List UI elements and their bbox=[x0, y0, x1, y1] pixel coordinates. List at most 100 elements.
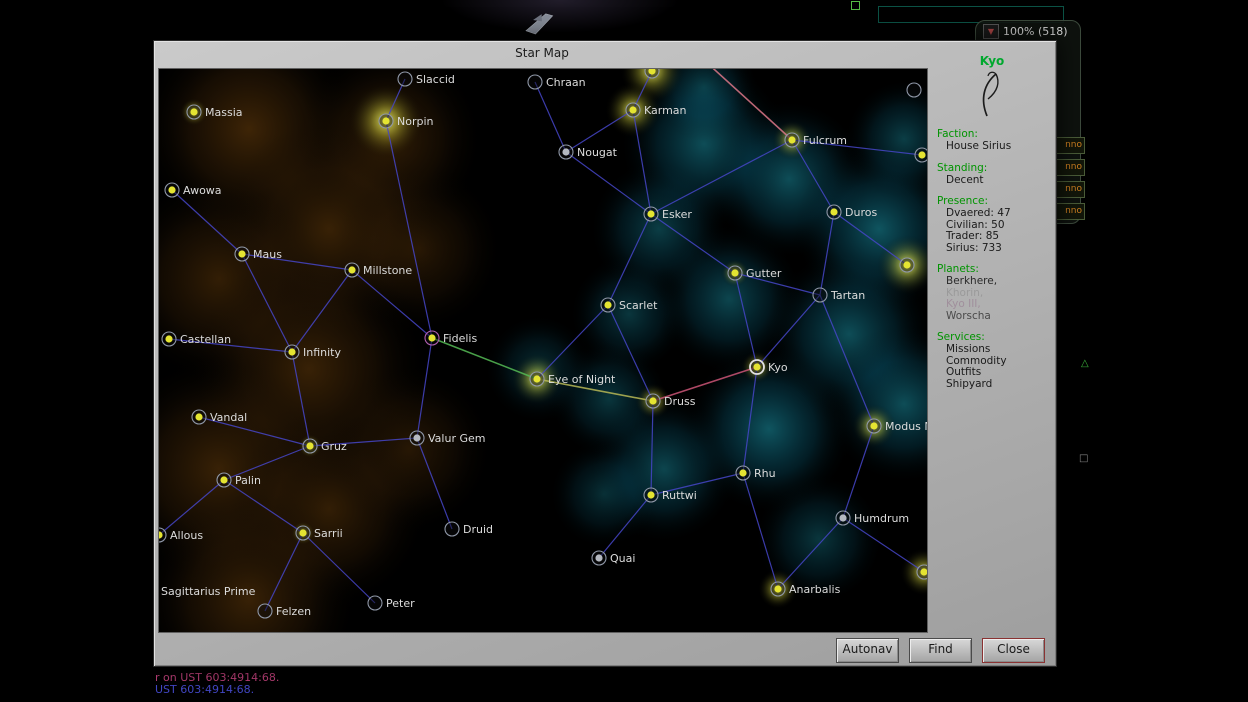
map-system-duros[interactable] bbox=[827, 205, 841, 219]
system-label-humdrum: Humdrum bbox=[854, 512, 909, 525]
radar-triangle-icon: △ bbox=[1081, 358, 1089, 369]
hud-target-marker-icon bbox=[851, 1, 860, 10]
system-label-quai: Quai bbox=[610, 552, 635, 565]
planets-label: Planets: bbox=[937, 263, 1052, 275]
map-system-valurgem[interactable] bbox=[410, 431, 424, 445]
system-label-eyeofnight: Eye of Night bbox=[548, 373, 616, 386]
map-system-slaccid[interactable] bbox=[398, 72, 412, 86]
faction-label: Faction: bbox=[937, 128, 1052, 140]
system-label-druss: Druss bbox=[664, 395, 696, 408]
system-label-tartan: Tartan bbox=[830, 289, 865, 302]
map-system-brcut[interactable] bbox=[917, 565, 927, 579]
standing-label: Standing: bbox=[937, 162, 1052, 174]
system-label-massia: Massia bbox=[205, 106, 243, 119]
system-label-karman: Karman bbox=[644, 104, 687, 117]
map-system-druid[interactable] bbox=[445, 522, 459, 536]
map-system-millstone[interactable] bbox=[345, 263, 359, 277]
system-label-felzen: Felzen bbox=[276, 605, 311, 618]
map-system-infinity[interactable] bbox=[285, 345, 299, 359]
system-label-duros: Duros bbox=[845, 206, 877, 219]
system-label-millstone: Millstone bbox=[363, 264, 412, 277]
system-label-castellan: Castellan bbox=[180, 333, 231, 346]
service-item: Outfits bbox=[946, 367, 1052, 379]
services-label: Services: bbox=[937, 331, 1052, 343]
selected-system-name: Kyo bbox=[932, 54, 1052, 68]
planet-item: Kyo III, bbox=[946, 299, 1052, 311]
map-system-gruz[interactable] bbox=[303, 439, 317, 453]
map-system-kyo[interactable] bbox=[750, 360, 764, 374]
map-system-vandal[interactable] bbox=[192, 410, 206, 424]
system-label-scarlet: Scarlet bbox=[619, 299, 658, 312]
map-system-peter[interactable] bbox=[368, 596, 382, 610]
standing-value: Decent bbox=[946, 175, 1052, 187]
service-item: Missions bbox=[946, 344, 1052, 356]
hud-side-button[interactable]: nno bbox=[1056, 137, 1085, 154]
system-label-druid: Druid bbox=[463, 523, 493, 536]
planet-item: Berkhere, bbox=[946, 276, 1052, 288]
system-label-esker: Esker bbox=[662, 208, 692, 221]
star-map-window: Star Map SlaccidChra bbox=[153, 40, 1057, 667]
map-system-fcut[interactable] bbox=[900, 258, 914, 272]
planet-item: Worscha bbox=[946, 311, 1052, 323]
map-system-maus[interactable] bbox=[235, 247, 249, 261]
hud-side-button[interactable]: nno bbox=[1056, 159, 1085, 176]
map-system-scarlet[interactable] bbox=[601, 298, 615, 312]
map-system-palin[interactable] bbox=[217, 473, 231, 487]
system-label-valurgem: Valur Gem bbox=[428, 432, 485, 445]
map-system-ruttwi[interactable] bbox=[644, 488, 658, 502]
system-label-modus: Modus M bbox=[885, 420, 927, 433]
map-system-nougat[interactable] bbox=[559, 145, 573, 159]
map-system-esker[interactable] bbox=[644, 207, 658, 221]
close-button[interactable]: Close bbox=[982, 638, 1045, 663]
map-system-topcut[interactable] bbox=[645, 69, 659, 78]
nebula-orange bbox=[324, 364, 494, 534]
system-label-infinity: Infinity bbox=[303, 346, 341, 359]
map-system-tartan[interactable] bbox=[813, 288, 827, 302]
system-label-nougat: Nougat bbox=[577, 146, 618, 159]
system-label-kyo: Kyo bbox=[768, 361, 788, 374]
map-system-druss[interactable] bbox=[646, 394, 660, 408]
map-system-felzen[interactable] bbox=[258, 604, 272, 618]
service-list: MissionsCommodityOutfitsShipyard bbox=[932, 344, 1052, 390]
map-system-awowa[interactable] bbox=[165, 183, 179, 197]
map-system-gutter[interactable] bbox=[728, 266, 742, 280]
map-system-anarbalis[interactable] bbox=[771, 582, 785, 596]
map-system-norpin[interactable] bbox=[379, 114, 393, 128]
map-system-rhu[interactable] bbox=[736, 466, 750, 480]
map-system-fidelis[interactable] bbox=[425, 331, 439, 345]
find-button[interactable]: Find bbox=[909, 638, 972, 663]
nebula-cyan bbox=[549, 439, 659, 549]
system-label-chraan: Chraan bbox=[546, 76, 586, 89]
map-system-jack[interactable] bbox=[915, 148, 927, 162]
map-system-fulcrum[interactable] bbox=[785, 133, 799, 147]
map-system-chraan[interactable] bbox=[528, 75, 542, 89]
planet-list: Berkhere,Khorin,Kyo III,Worscha bbox=[932, 276, 1052, 322]
star-map-canvas[interactable]: SlaccidChraanMassiaNorpinKarmanNougatFul… bbox=[158, 68, 928, 633]
presence-item: Trader: 85 bbox=[946, 231, 1052, 243]
system-label-sarrii: Sarrii bbox=[314, 527, 343, 540]
map-system-humdrum[interactable] bbox=[836, 511, 850, 525]
hud-side-button[interactable]: nno bbox=[1056, 181, 1085, 198]
map-system-quai[interactable] bbox=[592, 551, 606, 565]
hyperlane-chraan-nougat bbox=[535, 82, 566, 152]
system-info-panel: Kyo Faction: House Sirius Standing: Dece… bbox=[932, 47, 1052, 390]
system-label-slaccid: Slaccid bbox=[416, 73, 455, 86]
system-label-vandal: Vandal bbox=[210, 411, 247, 424]
hud-side-button-column: nno nno nno nno bbox=[1056, 0, 1083, 702]
presence-label: Presence: bbox=[937, 195, 1052, 207]
hud-side-button[interactable]: nno bbox=[1056, 203, 1085, 220]
map-system-karman[interactable] bbox=[626, 103, 640, 117]
map-system-trcut[interactable] bbox=[907, 83, 921, 97]
hud-speed-readout: ▼ 100% (518) bbox=[983, 24, 1068, 39]
system-label-fulcrum: Fulcrum bbox=[803, 134, 847, 147]
map-system-castellan[interactable] bbox=[162, 332, 176, 346]
speed-triangle-icon: ▼ bbox=[983, 24, 999, 39]
faction-logo-sirius bbox=[932, 71, 1052, 119]
presence-item: Sirius: 733 bbox=[946, 243, 1052, 255]
map-system-eyeofnight[interactable] bbox=[530, 372, 544, 386]
map-system-sarrii[interactable] bbox=[296, 526, 310, 540]
map-system-massia[interactable] bbox=[187, 105, 201, 119]
window-title: Star Map bbox=[158, 46, 926, 60]
map-system-modus[interactable] bbox=[867, 419, 881, 433]
autonav-button[interactable]: Autonav bbox=[836, 638, 899, 663]
